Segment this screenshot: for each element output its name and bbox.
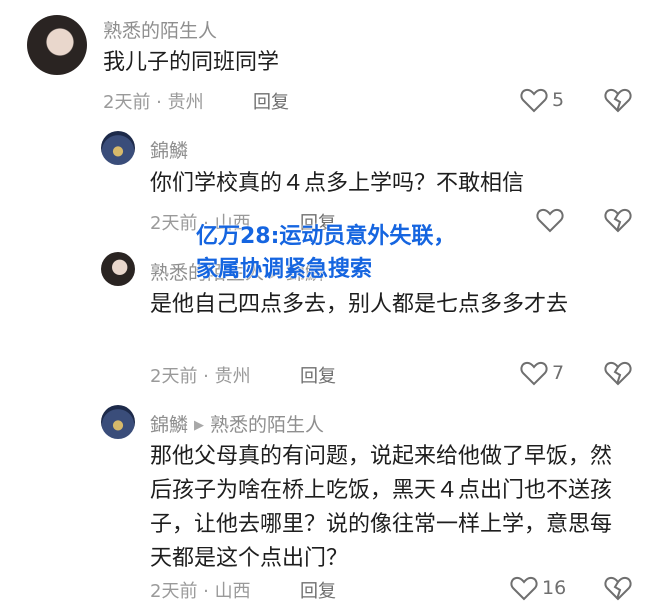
comment-author-line: 錦鱗 ▶ 熟悉的陌生人 (150, 410, 324, 437)
comment-text: 是他自己四点多去，别人都是七点多多才去 (150, 292, 569, 317)
heart-outline-icon[interactable] (520, 360, 548, 386)
comment-meta: 2天前 · 山西 (150, 581, 251, 602)
like-count: 16 (542, 577, 567, 599)
reply-button[interactable]: 回复 (253, 88, 289, 114)
reply-button[interactable]: 回复 (300, 362, 336, 388)
comment-author[interactable]: 錦鱗 (150, 414, 188, 436)
avatar[interactable] (101, 131, 135, 165)
comment-meta: 2天前 · 贵州 (150, 366, 251, 387)
comment-text: 那他父母真的有问题，说起来给他做了早饭，然后孩子为啥在桥上吃饭，黑天４点出门也不… (150, 444, 613, 571)
comment-text: 我儿子的同班同学 (103, 50, 280, 75)
reply-arrow-icon: ▶ (194, 418, 205, 433)
avatar[interactable] (101, 405, 135, 439)
comment-author[interactable]: 錦鱗 (150, 136, 188, 163)
comment-author[interactable]: 熟悉的陌生人 (103, 16, 217, 43)
broken-heart-icon[interactable] (604, 575, 632, 601)
heart-outline-icon[interactable] (520, 87, 548, 113)
comment-text: 你们学校真的４点多上学吗？不敢相信 (150, 171, 525, 196)
heart-outline-icon[interactable] (536, 207, 564, 233)
broken-heart-icon[interactable] (604, 207, 632, 233)
avatar[interactable] (101, 252, 135, 286)
like-count: 5 (552, 89, 565, 111)
heart-outline-icon[interactable] (510, 575, 538, 601)
reply-target[interactable]: 熟悉的陌生人 (210, 414, 324, 436)
comment-meta: 2天前 · 贵州 (103, 92, 204, 113)
overlay-caption: 亿万28:运动员意外失联，家属协调紧急搜索 (196, 224, 456, 282)
broken-heart-icon[interactable] (604, 87, 632, 113)
like-count: 7 (552, 362, 565, 384)
avatar[interactable] (27, 15, 87, 75)
broken-heart-icon[interactable] (604, 360, 632, 386)
reply-button[interactable]: 回复 (300, 577, 336, 603)
